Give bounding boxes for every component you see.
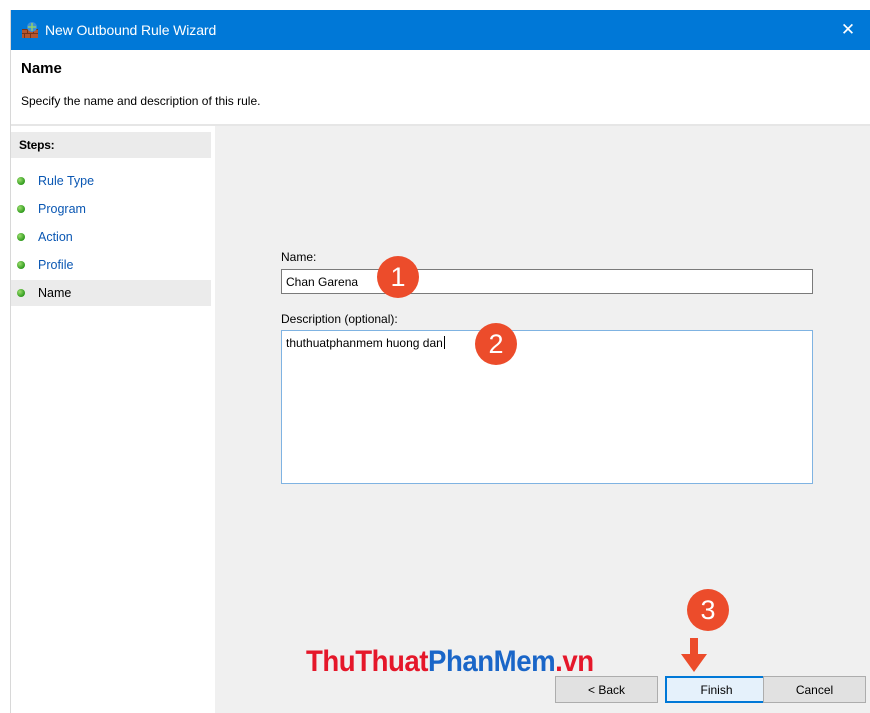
step-name[interactable]: Name bbox=[11, 280, 211, 306]
firewall-icon bbox=[22, 22, 38, 38]
steps-panel: Steps: Rule Type Program Action Profile … bbox=[11, 126, 213, 713]
step-label: Action bbox=[38, 230, 73, 244]
step-label: Name bbox=[38, 286, 72, 300]
watermark: ThuThuatPhanMem.vn bbox=[306, 645, 594, 679]
steps-title: Steps: bbox=[11, 132, 211, 158]
name-input-value: Chan Garena bbox=[286, 275, 359, 289]
step-label: Profile bbox=[38, 258, 74, 272]
step-complete-icon bbox=[17, 205, 25, 213]
step-label: Program bbox=[38, 202, 86, 216]
step-complete-icon bbox=[17, 233, 25, 241]
back-button[interactable]: < Back bbox=[555, 676, 658, 703]
wizard-window: New Outbound Rule Wizard ✕ Name Specify … bbox=[10, 10, 870, 713]
window-title: New Outbound Rule Wizard bbox=[45, 22, 217, 38]
step-profile[interactable]: Profile bbox=[11, 252, 211, 278]
annotation-badge-1: 1 bbox=[377, 256, 419, 298]
annotation-badge-3: 3 bbox=[687, 589, 729, 631]
description-value: thuthuatphanmem huong dan bbox=[286, 336, 443, 350]
close-icon: ✕ bbox=[840, 20, 856, 39]
watermark-part-3: .vn bbox=[555, 645, 594, 678]
step-rule-type[interactable]: Rule Type bbox=[11, 168, 211, 194]
annotation-badge-2: 2 bbox=[475, 323, 517, 365]
step-complete-icon bbox=[17, 177, 25, 185]
text-caret bbox=[443, 336, 445, 349]
watermark-part-1: ThuThuat bbox=[306, 645, 429, 678]
description-textarea[interactable]: thuthuatphanmem huong dan bbox=[281, 330, 813, 484]
wizard-header: Name Specify the name and description of… bbox=[11, 50, 870, 124]
step-complete-icon bbox=[17, 261, 25, 269]
arrow-down-icon bbox=[681, 638, 707, 672]
step-label: Rule Type bbox=[38, 174, 95, 188]
step-action[interactable]: Action bbox=[11, 224, 211, 250]
cancel-button[interactable]: Cancel bbox=[763, 676, 866, 703]
name-input[interactable]: Chan Garena bbox=[281, 269, 813, 294]
page-subtitle: Specify the name and description of this… bbox=[21, 94, 261, 108]
close-button[interactable]: ✕ bbox=[825, 10, 870, 50]
step-program[interactable]: Program bbox=[11, 196, 211, 222]
name-label: Name: bbox=[281, 250, 317, 264]
watermark-part-2: PhanMem bbox=[428, 645, 556, 678]
title-bar[interactable]: New Outbound Rule Wizard ✕ bbox=[11, 10, 870, 50]
description-label: Description (optional): bbox=[281, 312, 398, 326]
finish-button[interactable]: Finish bbox=[665, 676, 768, 703]
page-title: Name bbox=[21, 60, 62, 77]
content-panel: Name: Chan Garena Description (optional)… bbox=[215, 126, 870, 713]
step-current-icon bbox=[17, 289, 25, 297]
